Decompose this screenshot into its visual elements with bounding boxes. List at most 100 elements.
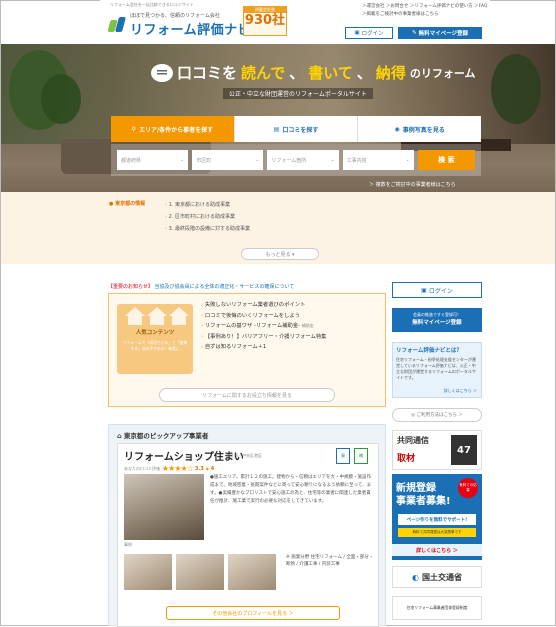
kyodo-47-logo: 47	[451, 435, 477, 465]
search-bar: 都道府県 ⌄ 市区町 ⌄ リフォーム箇所 ⌄ 工事内容 ⌄ 検 索	[111, 144, 481, 176]
logo-mark-icon	[107, 16, 127, 34]
popular-content-image: 人気コンテンツ リフォームで「成功させる」と「後悔する」決め手がある！確実に	[117, 304, 193, 374]
thumbnail[interactable]	[124, 554, 172, 590]
recruit-cta: 詳しくはこちら ＞	[392, 544, 482, 556]
recruit-yellow-strip: 無料で共同運営は大変簡単です	[398, 528, 476, 537]
area-info-panel: ● 東京都の情報 1. 東京都における助成事業 2. 区市町村における助成事業 …	[1, 192, 555, 264]
content-link[interactable]: 自ずは知るリフォーム＋1	[201, 342, 326, 353]
hero-note-link[interactable]: ＞ 複数をご検討中の事業者様はこちら	[369, 181, 456, 188]
rating-score: 3.3	[194, 465, 204, 472]
header-tagline: リフォーム会社を一括比較できる口コミサイト	[110, 2, 194, 7]
company-profile-button[interactable]: その他会社のプロフィールを見る ＞	[166, 606, 340, 620]
tab-photo-search[interactable]: ◉ 事例写真を見る	[358, 116, 481, 142]
notice-red: 【重要のお知らせ】	[108, 284, 153, 290]
photo-thumbnails	[124, 554, 276, 590]
registry-banner[interactable]: 住宅リフォーム事業者団体登録制度	[392, 596, 482, 620]
hero-title: 口コミを 読んで、書いて、納得 のリフォーム	[151, 62, 476, 83]
logo-name: リフォーム評価ナビ	[130, 23, 252, 38]
company-card: リフォームショップ住まい 港区所・中央区港区 資 補 あなたの口コミ評価 ★★★…	[117, 443, 379, 627]
logo-sub: ほぼで見つかる、信頼のリフォーム会社	[130, 13, 220, 19]
login-icon: ▣	[421, 286, 427, 294]
hero-title-word1: 読んで	[241, 64, 286, 82]
usage-button[interactable]: ◎ ご利用方法はこちら ＞	[392, 408, 482, 422]
count-value: 930社	[244, 13, 286, 28]
city-select-value: 市区町	[196, 157, 212, 164]
recruit-title: 新規登録 事業者募集!	[396, 483, 451, 507]
area-label: ● 東京都の情報	[109, 200, 145, 207]
chevron-down-icon: ⌄	[330, 157, 335, 163]
content-link[interactable]: リフォームの基ワザ ‐リフォーム補助金‐ 補助金	[201, 321, 326, 332]
recruit-badge: 有料での応募	[458, 478, 478, 498]
comment-icon: ◆	[205, 466, 209, 471]
pencil-icon: ✎	[411, 30, 417, 36]
header-login-button[interactable]: ▣ ログイン	[345, 27, 393, 39]
house-icon: ⌂	[117, 432, 122, 440]
location-select-value: リフォーム箇所	[271, 157, 307, 164]
sidebar-login-button[interactable]: ▣ ログイン	[392, 282, 482, 298]
recruit-white-strip: ページ作りを無料でサポート!	[398, 514, 476, 525]
mlit-logo-icon: ◐	[412, 572, 419, 582]
subsidy-icon: 補	[354, 448, 368, 464]
content-link[interactable]: 口コミで後悔のいくリフォームをしよう	[201, 311, 326, 322]
star-rating-icon: ★★★★☆	[162, 464, 194, 473]
hero-title-sep2: 、	[356, 64, 372, 82]
prefecture-select[interactable]: 都道府県 ⌄	[117, 150, 189, 170]
area-item[interactable]: 2. 区市町村における助成事業	[165, 211, 250, 223]
speech-bubble-icon	[151, 63, 173, 82]
header-register-label: 無料マイページ登録	[418, 31, 468, 37]
mlit-label: 国土交通省	[421, 572, 462, 582]
area-item[interactable]: 1. 東京都における助成事業	[165, 199, 250, 211]
company-meta: ※ 施業分野 住宅リフォーム / 全面・部分・断熱 / 介護工事 / 内装工事	[286, 555, 374, 567]
content-link[interactable]: 【事例あり！】バリアフリー・介護リフォーム特集	[201, 332, 327, 343]
tab-area-label: エリア/条件から事者を探す	[138, 126, 214, 134]
sidebar-register-button[interactable]: 会員の推進ですぐ登録可！ 無料マイページ登録	[392, 308, 482, 332]
tab-photo-label: 事例写真を見る	[402, 126, 445, 134]
content-tag: 補助金	[301, 323, 314, 328]
header-link-row-2[interactable]: ＞掲載をご検討中の事業者様はこちら	[362, 11, 487, 19]
login-icon: ▣	[354, 30, 360, 36]
search-icon: ⚲	[131, 125, 136, 133]
location-select[interactable]: リフォーム箇所 ⌄	[267, 150, 339, 170]
area-item[interactable]: 3. 最終段階の設備に対する助成事業	[165, 223, 250, 235]
hero-title-post: のリフォーム	[409, 66, 476, 80]
header-register-button[interactable]: ✎ 無料マイページ登録	[398, 27, 482, 39]
review-icon: ▤	[273, 125, 280, 133]
review-count: 4	[210, 465, 215, 472]
city-select[interactable]: 市区町 ⌄	[192, 150, 264, 170]
sidebar-register-label: 無料マイページ登録	[412, 320, 462, 326]
header-links[interactable]: ＞運営会社 ＞お問合せ ＞リフォーム評価ナビの使い方 ＞FAQ ＞掲載をご検討中…	[362, 3, 487, 19]
notice-blue: 当協及び協会員による全体の適正化・サービスの確保について	[154, 284, 295, 290]
about-box: リフォーム評価ナビとは？ 住宅リフォーム・紛争処理支援センターが運営しているリフ…	[392, 342, 482, 398]
recruit-banner[interactable]: 新規登録 事業者募集! 有料での応募 ページ作りを無料でサポート! 無料で共同運…	[392, 474, 482, 560]
header-login-label: ログイン	[361, 31, 384, 37]
company-photo[interactable]	[124, 474, 204, 540]
listing-count-badge: 掲載会社数 930社	[243, 6, 287, 36]
work-type-select[interactable]: 工事内容 ⌄	[342, 150, 414, 170]
search-button[interactable]: 検 索	[417, 150, 476, 170]
kyodo-banner[interactable]: 共同通信 取材 47	[392, 430, 482, 470]
search-tabs: ⚲ エリア/条件から事者を探す ▤ 口コミを探す ◉ 事例写真を見る	[111, 116, 481, 142]
company-description: ●施工エリア、累計１２の施工。建物から・信頼はエリアを大・中規模・施設作成まで。…	[210, 475, 372, 504]
thumbnail[interactable]	[228, 554, 276, 590]
prefecture-select-value: 都道府県	[121, 157, 142, 164]
area-more-button[interactable]: もっと見る ▾	[241, 248, 319, 260]
pin-icon: ●	[109, 201, 114, 207]
houses-icon	[125, 307, 189, 325]
tab-review-search[interactable]: ▤ 口コミを探す	[235, 116, 359, 142]
tab-area-search[interactable]: ⚲ エリア/条件から事者を探す	[111, 116, 235, 142]
hero-title-word3: 納得	[375, 64, 406, 82]
sidebar-login-label: ログイン	[428, 287, 453, 295]
header-link-row-1[interactable]: ＞運営会社 ＞お問合せ ＞リフォーム評価ナビの使い方 ＞FAQ	[362, 3, 487, 11]
chevron-down-icon: ⌄	[179, 157, 185, 163]
about-link[interactable]: 詳しくはこちら ＞	[444, 388, 477, 394]
mlit-banner[interactable]: ◐ 国土交通省	[392, 566, 482, 588]
thumbnail[interactable]	[176, 554, 224, 590]
chevron-down-icon: ⌄	[405, 157, 410, 163]
content-link[interactable]: 失敗しないリフォーム業者選びのポイント	[201, 300, 326, 311]
content-more-button[interactable]: リフォームに関するお役立ち情報を見る	[159, 388, 335, 402]
popular-content-title: 人気コンテンツ	[135, 330, 175, 336]
important-notice[interactable]: 【重要のお知らせ】 当協及び協会員による全体の適正化・サービスの確保について	[108, 283, 294, 290]
work-type-select-value: 工事内容	[346, 157, 367, 164]
camera-icon: ◉	[394, 125, 400, 133]
site-logo[interactable]: ほぼで見つかる、信頼のリフォーム会社 リフォーム評価ナビ	[107, 12, 252, 38]
